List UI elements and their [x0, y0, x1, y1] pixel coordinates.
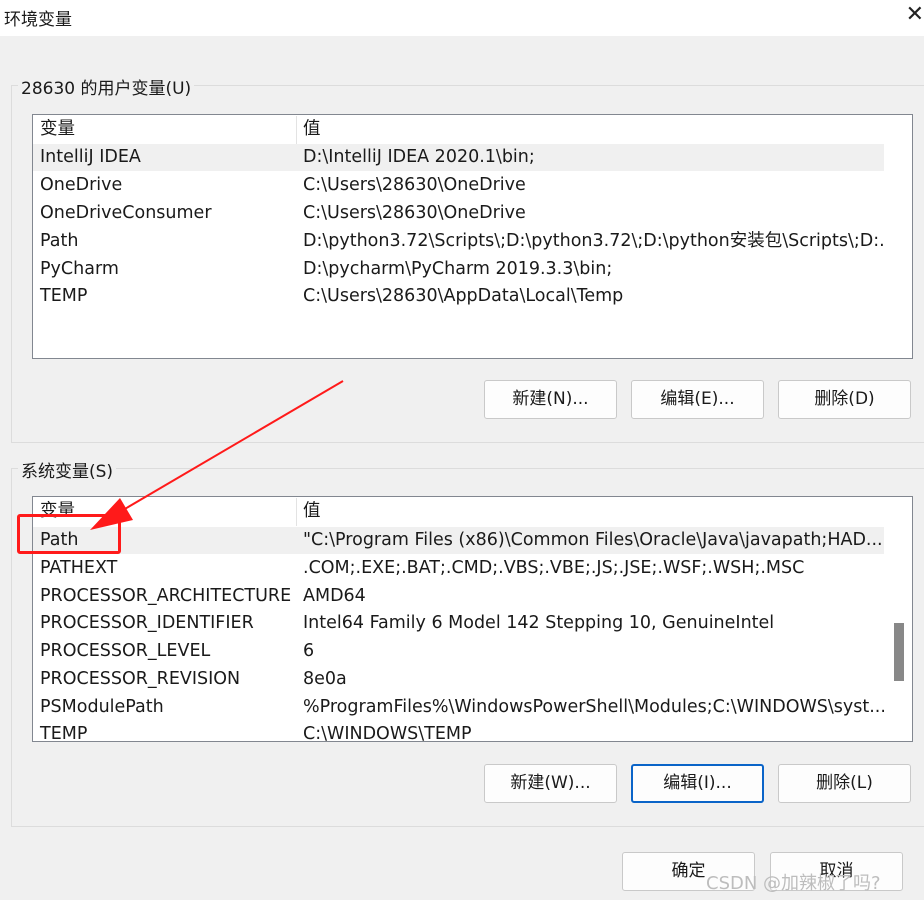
table-row[interactable]: IntelliJ IDEA D:\IntelliJ IDEA 2020.1\bin… — [33, 144, 885, 171]
user-variables-label: 28630 的用户变量(U) — [18, 74, 195, 99]
variable-value: C:\Users\28630\OneDrive — [303, 203, 526, 223]
header-value[interactable]: 值 — [303, 116, 321, 143]
variable-value: C:\WINDOWS\TEMP — [303, 724, 472, 742]
table-row[interactable]: PROCESSOR_REVISION 8e0a — [33, 666, 885, 693]
variable-value: 6 — [303, 641, 315, 661]
window-title: 环境变量 — [4, 10, 72, 30]
variable-value: %ProgramFiles%\WindowsPowerShell\Modules… — [303, 697, 886, 717]
variable-value: 8e0a — [303, 669, 347, 689]
vertical-scrollbar[interactable] — [884, 115, 912, 358]
variable-name: PROCESSOR_LEVEL — [40, 641, 211, 661]
system-new-button[interactable]: 新建(W)... — [484, 764, 617, 803]
table-row[interactable]: PSModulePath %ProgramFiles%\WindowsPowerS… — [33, 694, 886, 721]
variable-name: PROCESSOR_ARCHITECTURE — [40, 586, 292, 606]
variable-value: D:\python3.72\Scripts\;D:\python3.72\;D:… — [303, 231, 896, 251]
user-variables-list[interactable]: 变量 值 IntelliJ IDEA D:\IntelliJ IDEA 2020.… — [32, 114, 913, 359]
variable-name: OneDriveConsumer — [40, 203, 212, 223]
table-row[interactable]: PATHEXT .COM;.EXE;.BAT;.CMD;.VBS;.VBE;.JS… — [33, 555, 885, 582]
scrollbar-thumb[interactable] — [894, 623, 904, 681]
close-icon[interactable]: ✕ — [906, 2, 924, 27]
table-row[interactable]: Path D:\python3.72\Scripts\;D:\python3.72… — [33, 228, 896, 255]
variable-value: Intel64 Family 6 Model 142 Stepping 10, … — [303, 613, 775, 633]
list-header: 变量 值 — [33, 116, 885, 144]
table-row[interactable]: PROCESSOR_IDENTIFIER Intel64 Family 6 Mod… — [33, 610, 885, 637]
variable-name: IntelliJ IDEA — [40, 147, 141, 167]
vertical-scrollbar[interactable] — [884, 497, 912, 741]
table-row[interactable]: TEMP C:\WINDOWS\TEMP — [33, 721, 885, 742]
variable-value: .COM;.EXE;.BAT;.CMD;.VBS;.VBE;.JS;.JSE;.… — [303, 558, 805, 578]
column-divider[interactable] — [296, 116, 297, 144]
variable-name: PROCESSOR_IDENTIFIER — [40, 613, 254, 633]
variable-value: "C:\Program Files (x86)\Common Files\Ora… — [303, 530, 883, 550]
variable-value: AMD64 — [303, 586, 366, 606]
table-row[interactable]: OneDriveConsumer C:\Users\28630\OneDrive — [33, 200, 885, 227]
user-edit-button[interactable]: 编辑(E)... — [631, 380, 764, 419]
variable-value: D:\IntelliJ IDEA 2020.1\bin; — [303, 147, 535, 167]
variable-value: C:\Users\28630\OneDrive — [303, 175, 526, 195]
variable-name: PATHEXT — [40, 558, 118, 578]
column-divider[interactable] — [296, 498, 297, 526]
system-delete-button[interactable]: 删除(L) — [778, 764, 911, 803]
annotation-highlight-box — [17, 514, 121, 554]
user-delete-button[interactable]: 删除(D) — [778, 380, 911, 419]
variable-value: D:\pycharm\PyCharm 2019.3.3\bin; — [303, 259, 613, 279]
header-variable[interactable]: 变量 — [40, 116, 75, 143]
variable-name: PSModulePath — [40, 697, 164, 717]
table-row[interactable]: Path "C:\Program Files (x86)\Common Files… — [33, 527, 885, 554]
watermark-text: CSDN @加辣椒了吗? — [706, 873, 881, 894]
list-header: 变量 值 — [33, 498, 885, 526]
table-row[interactable]: PROCESSOR_ARCHITECTURE AMD64 — [33, 583, 885, 610]
variable-name: TEMP — [40, 286, 88, 306]
table-row[interactable]: OneDrive C:\Users\28630\OneDrive — [33, 172, 885, 199]
variable-name: PROCESSOR_REVISION — [40, 669, 241, 689]
table-row[interactable]: PROCESSOR_LEVEL 6 — [33, 638, 885, 665]
title-bar: 环境变量 ✕ — [0, 0, 924, 36]
system-variables-list[interactable]: 变量 值 Path "C:\Program Files (x86)\Common … — [32, 496, 913, 742]
system-edit-button[interactable]: 编辑(I)... — [631, 764, 764, 803]
variable-name: PyCharm — [40, 259, 119, 279]
variable-name: OneDrive — [40, 175, 123, 195]
table-row[interactable]: TEMP C:\Users\28630\AppData\Local\Temp — [33, 283, 885, 310]
variable-name: Path — [40, 231, 79, 251]
variable-value: C:\Users\28630\AppData\Local\Temp — [303, 286, 624, 306]
table-row[interactable]: PyCharm D:\pycharm\PyCharm 2019.3.3\bin; — [33, 256, 885, 283]
header-value[interactable]: 值 — [303, 498, 321, 525]
variable-name: TEMP — [40, 724, 88, 742]
system-variables-label: 系统变量(S) — [18, 457, 117, 482]
user-new-button[interactable]: 新建(N)... — [484, 380, 617, 419]
